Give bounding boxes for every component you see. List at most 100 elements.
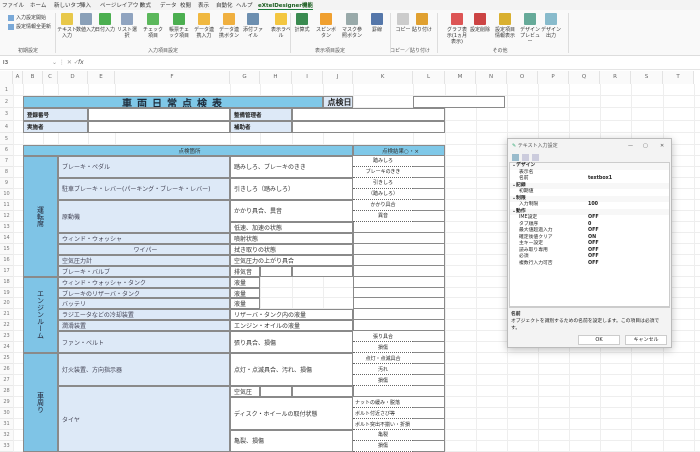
result-cell[interactable]: [353, 320, 445, 332]
row-header[interactable]: 33: [0, 440, 13, 452]
manager-value[interactable]: [292, 108, 445, 121]
row-header[interactable]: 2: [0, 96, 13, 108]
column-header[interactable]: K: [353, 71, 413, 84]
row-header[interactable]: 26: [0, 364, 13, 376]
reg-no-label[interactable]: 登録番号: [23, 108, 88, 121]
row-header[interactable]: 22: [0, 320, 13, 332]
ribbon-button[interactable]: 罫線: [365, 13, 389, 33]
result-label[interactable]: ナットの緩み・脱落: [353, 397, 413, 409]
property-value[interactable]: textbox1: [588, 176, 612, 183]
column-header[interactable]: B: [23, 71, 43, 84]
result-label[interactable]: 異音: [353, 210, 413, 222]
menu-tab[interactable]: ヘルプ: [236, 1, 253, 9]
row-header[interactable]: 31: [0, 419, 13, 430]
item-cell[interactable]: 駐車ブレーキ・レバー(パーキング・ブレーキ・レバー): [58, 177, 230, 200]
result-label[interactable]: 点灯・点滅具合: [353, 353, 413, 365]
category-cell[interactable]: 車周り: [23, 353, 58, 452]
result-label[interactable]: 損傷: [353, 440, 413, 452]
row-header[interactable]: 13: [0, 221, 13, 233]
menu-tab[interactable]: データ: [160, 1, 177, 9]
ribbon-button[interactable]: データ連携入力: [192, 13, 216, 39]
result-cell[interactable]: [353, 265, 445, 277]
check-content-cell[interactable]: 空気圧: [230, 386, 260, 398]
cell[interactable]: [292, 265, 353, 277]
column-header[interactable]: T: [663, 71, 694, 84]
column-header[interactable]: S: [631, 71, 663, 84]
row-header[interactable]: 27: [0, 375, 13, 387]
check-content-cell[interactable]: 張り具合、損傷: [230, 331, 353, 354]
assistant-label[interactable]: 補助者: [230, 121, 292, 133]
row-header[interactable]: 18: [0, 276, 13, 288]
check-content-cell[interactable]: 踏みしろ、ブレーキのきき: [230, 156, 353, 178]
row-header[interactable]: 25: [0, 353, 13, 365]
minimize-button[interactable]: —: [628, 143, 633, 149]
date-value[interactable]: [413, 96, 505, 108]
item-cell[interactable]: バッテリ: [58, 298, 230, 310]
ribbon-button[interactable]: 添付ファイル: [241, 13, 265, 39]
manager-label[interactable]: 整備管理者: [230, 108, 292, 121]
row-header[interactable]: 19: [0, 287, 13, 299]
row-header[interactable]: 6: [0, 145, 13, 156]
check-content-cell[interactable]: 液量: [230, 276, 260, 288]
ribbon-button[interactable]: スピンボタン: [314, 13, 338, 39]
column-header[interactable]: F: [115, 71, 230, 84]
menu-tab[interactable]: 自動化: [216, 1, 233, 9]
result-label[interactable]: ブレーキのきき: [353, 166, 413, 178]
column-header[interactable]: H: [260, 71, 292, 84]
row-header[interactable]: 12: [0, 210, 13, 222]
result-label[interactable]: 損傷: [353, 375, 413, 387]
property-pages-icon[interactable]: [532, 153, 539, 161]
check-content-cell[interactable]: 亀裂、損傷: [230, 430, 353, 452]
menu-tab[interactable]: 新しいタブ: [54, 1, 82, 9]
menu-tab[interactable]: eXtelDesigner機能: [258, 1, 313, 10]
category-cell[interactable]: エンジンルーム: [23, 276, 58, 354]
row-header[interactable]: 21: [0, 309, 13, 321]
item-cell[interactable]: ブレーキ・ペダル: [58, 156, 230, 178]
cell[interactable]: [260, 265, 292, 277]
item-cell[interactable]: 空気圧力計: [58, 254, 230, 266]
item-cell[interactable]: ワイパー: [58, 243, 230, 255]
check-content-cell[interactable]: 噴射状態: [230, 232, 353, 244]
row-header[interactable]: 20: [0, 298, 13, 310]
row-header[interactable]: 14: [0, 232, 13, 244]
ribbon-button[interactable]: リスト選択: [115, 13, 139, 39]
check-content-cell[interactable]: 低速、加速の状態: [230, 221, 353, 233]
row-header[interactable]: 4: [0, 121, 13, 133]
column-header[interactable]: A: [13, 71, 23, 84]
ribbon-button[interactable]: 日付入力: [93, 13, 117, 33]
column-header[interactable]: E: [88, 71, 115, 84]
row-header[interactable]: 7: [0, 156, 13, 167]
result-label[interactable]: 損傷: [353, 342, 413, 354]
result-label[interactable]: 張り具合: [353, 331, 413, 343]
dropdown-chevron-icon[interactable]: ⌄ ⋮ ✕ ✓: [52, 59, 79, 66]
inspector-value[interactable]: [88, 121, 230, 133]
check-content-cell[interactable]: リザーバ・タンク内の液量: [230, 309, 353, 321]
result-label[interactable]: 汚れ: [353, 364, 413, 376]
check-content-cell[interactable]: かかり具合、異音: [230, 199, 353, 222]
init-item-1[interactable]: 設定情報全更新: [8, 23, 51, 30]
row-header[interactable]: 29: [0, 397, 13, 409]
reg-no-value[interactable]: [88, 108, 230, 121]
check-content-cell[interactable]: 液量: [230, 298, 260, 310]
result-cell[interactable]: [353, 221, 445, 233]
formula-input[interactable]: [95, 59, 695, 68]
check-content-cell[interactable]: ディスク・ホイールの取付状態: [230, 397, 353, 430]
check-content-cell[interactable]: 点灯・点滅具合、汚れ、損傷: [230, 353, 353, 387]
ribbon-button[interactable]: データ連携ボタン: [217, 13, 241, 39]
init-item-0[interactable]: 入力設定開始: [8, 14, 46, 21]
menu-tab[interactable]: 校閲: [180, 1, 191, 9]
ribbon-button[interactable]: チェック項目: [141, 13, 165, 39]
ribbon-button[interactable]: 設定項目情報表示: [493, 13, 517, 39]
check-content-cell[interactable]: 拭き取りの状態: [230, 243, 353, 255]
property-value[interactable]: 100: [588, 202, 598, 209]
row-header[interactable]: 24: [0, 342, 13, 354]
row-header[interactable]: 16: [0, 254, 13, 266]
header-place[interactable]: 点検箇所: [23, 145, 353, 156]
row-header[interactable]: 28: [0, 386, 13, 398]
row-header[interactable]: 10: [0, 188, 13, 200]
assistant-value[interactable]: [292, 121, 445, 133]
cell[interactable]: [260, 386, 292, 398]
menu-tab[interactable]: 数式: [140, 1, 151, 9]
result-label[interactable]: 引きしろ: [353, 177, 413, 189]
result-label[interactable]: （踏みしろ）: [353, 188, 413, 200]
